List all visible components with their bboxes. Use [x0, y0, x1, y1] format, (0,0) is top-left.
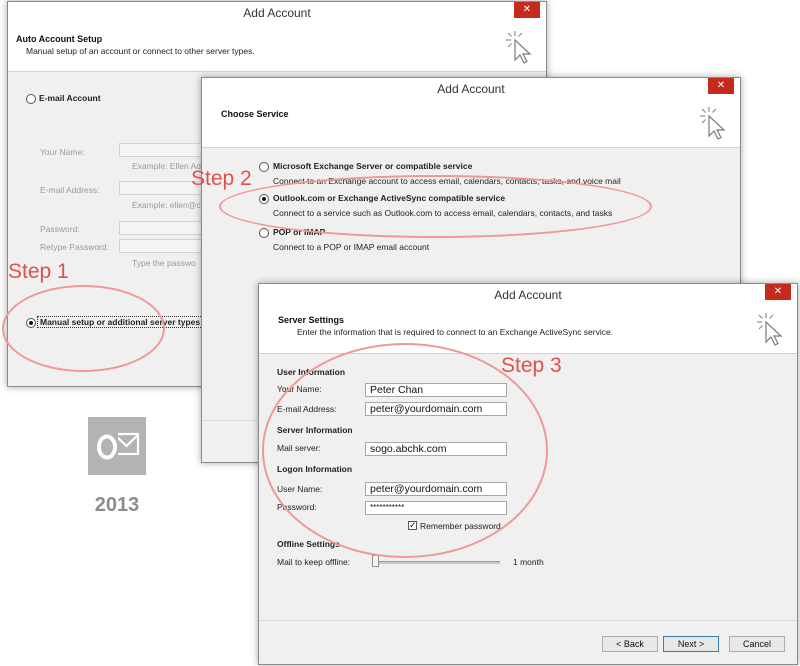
pop-imap-radio[interactable]: [259, 228, 269, 238]
mail-offline-label: Mail to keep offline:: [277, 557, 351, 567]
window-2-header: Choose Service: [202, 101, 740, 148]
w1-email-label: E-mail Address:: [40, 185, 100, 195]
outlook-icon: [88, 417, 146, 475]
window-1-title: Add Account: [243, 6, 311, 20]
window-3-header-title: Server Settings: [278, 315, 345, 325]
offline-slider-thumb[interactable]: [372, 555, 379, 567]
window-2-header-title: Choose Service: [221, 109, 289, 119]
window-2-titlebar: Add Account ✕: [202, 78, 740, 101]
window-3-header: Server Settings Enter the information th…: [259, 307, 797, 354]
window-2-title: Add Account: [437, 82, 505, 96]
back-button[interactable]: < Back: [602, 636, 658, 652]
window-3-title: Add Account: [494, 288, 562, 302]
w1-password-hint: Type the passwo: [132, 258, 196, 268]
option-pop-desc: Connect to a POP or IMAP email account: [273, 242, 430, 252]
outlook-2013-logo: 2013: [77, 417, 157, 517]
w1-password-field[interactable]: [119, 221, 209, 235]
window-3-footer-divider: [259, 620, 797, 621]
window-1-titlebar: Add Account ✕: [8, 2, 546, 25]
w1-your-name-label: Your Name:: [40, 147, 85, 157]
window-3-header-subtitle: Enter the information that is required t…: [297, 327, 614, 337]
offline-value: 1 month: [513, 557, 544, 567]
window-1-header: Auto Account Setup Manual setup of an ac…: [8, 25, 546, 72]
step-3-label: Step 3: [501, 354, 562, 377]
outlook-version-year: 2013: [94, 494, 140, 516]
window-3-titlebar: Add Account ✕: [259, 284, 797, 307]
window-2-close-button[interactable]: ✕: [708, 78, 734, 94]
email-account-radio[interactable]: [26, 94, 36, 104]
w1-email-example: Example: ellen@c: [132, 200, 201, 210]
w1-password-label: Password:: [40, 224, 80, 234]
w1-your-name-field[interactable]: [119, 143, 209, 157]
next-button[interactable]: Next >: [663, 636, 719, 652]
window-1-header-title: Auto Account Setup: [16, 34, 103, 44]
step-2-highlight-ellipse: [219, 175, 652, 238]
w1-retype-label: Retype Password:: [40, 242, 109, 252]
offline-slider-track: [372, 561, 500, 564]
wizard-cursor-icon: [700, 107, 726, 140]
option-exchange-label: Microsoft Exchange Server or compatible …: [273, 161, 473, 171]
wizard-cursor-icon: [506, 31, 532, 64]
window-3-close-button[interactable]: ✕: [765, 284, 791, 300]
window-1-close-button[interactable]: ✕: [514, 2, 540, 18]
exchange-server-radio[interactable]: [259, 162, 269, 172]
step-1-highlight-ellipse: [2, 285, 165, 372]
w1-retype-field[interactable]: [119, 239, 209, 253]
cancel-button[interactable]: Cancel: [729, 636, 785, 652]
wizard-cursor-icon: [757, 313, 783, 346]
window-1-header-subtitle: Manual setup of an account or connect to…: [26, 46, 255, 56]
step-2-label: Step 2: [191, 167, 252, 190]
step-1-label: Step 1: [8, 260, 69, 283]
email-account-label: E-mail Account: [39, 93, 101, 103]
